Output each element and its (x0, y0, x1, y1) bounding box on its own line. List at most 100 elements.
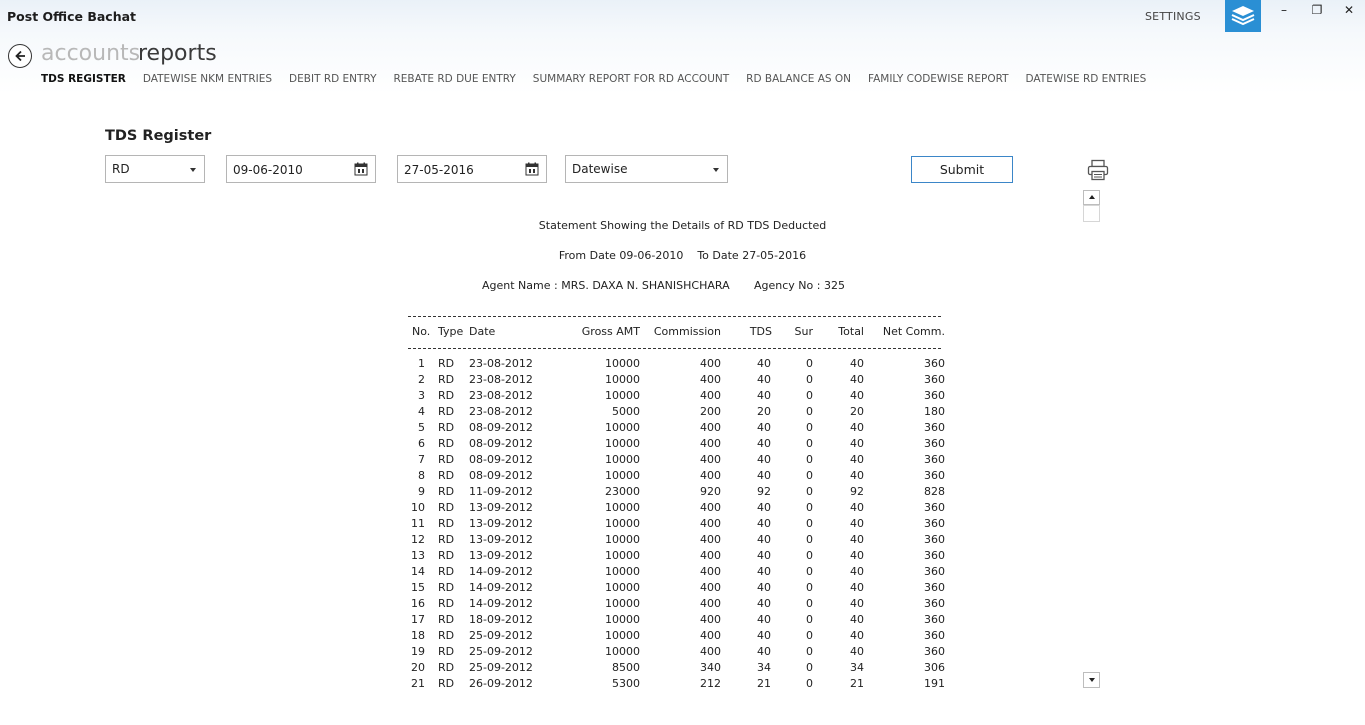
cell-net-comm: 360 (924, 629, 945, 642)
scroll-down-button[interactable] (1083, 672, 1100, 688)
cell-net-comm: 360 (924, 469, 945, 482)
cell-tds: 34 (757, 661, 771, 674)
cell-net-comm: 360 (924, 421, 945, 434)
cell-date: 14-09-2012 (469, 565, 533, 578)
settings-link[interactable]: SETTINGS (1145, 10, 1201, 23)
cell-tds: 21 (757, 677, 771, 690)
cell-gross-amt: 10000 (605, 533, 640, 546)
mode-select[interactable]: Datewise (565, 155, 728, 183)
tab-debit-rd-entry[interactable]: DEBIT RD ENTRY (289, 73, 376, 89)
breadcrumb-accounts[interactable]: accounts (41, 41, 140, 66)
col-header-sur: Sur (794, 325, 813, 338)
cell-sur: 0 (806, 581, 813, 594)
tab-family-codewise-report[interactable]: FAMILY CODEWISE REPORT (868, 73, 1009, 89)
cell-type: RD (438, 661, 455, 674)
cell-tds: 40 (757, 613, 771, 626)
cell-total: 40 (850, 533, 864, 546)
mode-value: Datewise (572, 162, 628, 176)
cell-tds: 20 (757, 405, 771, 418)
cell-gross-amt: 10000 (605, 469, 640, 482)
cell-tds: 40 (757, 597, 771, 610)
cell-date: 08-09-2012 (469, 453, 533, 466)
printer-icon[interactable] (1087, 159, 1109, 181)
cell-total: 40 (850, 517, 864, 530)
cell-net-comm: 360 (924, 533, 945, 546)
tab-tds-register[interactable]: TDS REGISTER (41, 73, 126, 89)
account-type-select[interactable]: RD (105, 155, 205, 183)
scroll-up-button[interactable] (1083, 190, 1100, 205)
cell-net-comm: 360 (924, 581, 945, 594)
cell-no: 15 (411, 581, 425, 594)
cell-total: 40 (850, 501, 864, 514)
cell-gross-amt: 5300 (612, 677, 640, 690)
cell-tds: 40 (757, 629, 771, 642)
cell-type: RD (438, 501, 455, 514)
cell-gross-amt: 10000 (605, 597, 640, 610)
cell-type: RD (438, 677, 455, 690)
calendar-icon[interactable] (525, 162, 539, 176)
cell-commission: 400 (700, 469, 721, 482)
cell-type: RD (438, 437, 455, 450)
cell-sur: 0 (806, 629, 813, 642)
cell-sur: 0 (806, 661, 813, 674)
close-button[interactable]: ✕ (1337, 3, 1361, 19)
cell-no: 11 (411, 517, 425, 530)
cell-type: RD (438, 533, 455, 546)
calendar-icon[interactable] (354, 162, 368, 176)
restore-button[interactable]: ❐ (1305, 3, 1329, 19)
cell-total: 40 (850, 469, 864, 482)
cell-sur: 0 (806, 437, 813, 450)
cell-total: 92 (850, 485, 864, 498)
cell-date: 25-09-2012 (469, 629, 533, 642)
cell-sur: 0 (806, 421, 813, 434)
layers-icon[interactable] (1225, 0, 1261, 32)
cell-total: 34 (850, 661, 864, 674)
cell-commission: 400 (700, 565, 721, 578)
cell-date: 08-09-2012 (469, 469, 533, 482)
cell-sur: 0 (806, 613, 813, 626)
tab-summary-report-rd[interactable]: SUMMARY REPORT FOR RD ACCOUNT (533, 73, 729, 89)
col-header-type: Type (438, 325, 464, 338)
from-date-picker[interactable]: 09-06-2010 (226, 155, 376, 183)
chevron-down-icon (190, 168, 196, 172)
cell-net-comm: 360 (924, 373, 945, 386)
breadcrumb-reports: reports (138, 41, 217, 66)
cell-tds: 40 (757, 357, 771, 370)
to-date-value: 27-05-2016 (404, 163, 474, 177)
cell-commission: 400 (700, 501, 721, 514)
cell-net-comm: 360 (924, 645, 945, 658)
cell-tds: 92 (757, 485, 771, 498)
submit-button[interactable]: Submit (911, 156, 1013, 183)
cell-gross-amt: 10000 (605, 357, 640, 370)
tab-rebate-rd-due-entry[interactable]: REBATE RD DUE ENTRY (393, 73, 515, 89)
cell-type: RD (438, 485, 455, 498)
tab-datewise-nkm-entries[interactable]: DATEWISE NKM ENTRIES (143, 73, 272, 89)
cell-no: 14 (411, 565, 425, 578)
cell-gross-amt: 10000 (605, 437, 640, 450)
minimize-button[interactable]: – (1272, 3, 1296, 19)
tab-rd-balance-as-on[interactable]: RD BALANCE AS ON (746, 73, 851, 89)
report-date-range: From Date 09-06-2010 To Date 27-05-2016 (558, 249, 807, 262)
back-button[interactable] (8, 44, 32, 68)
col-header-no: No. (412, 325, 431, 338)
cell-tds: 40 (757, 421, 771, 434)
cell-total: 40 (850, 549, 864, 562)
cell-net-comm: 306 (924, 661, 945, 674)
cell-date: 23-08-2012 (469, 373, 533, 386)
to-date-picker[interactable]: 27-05-2016 (397, 155, 547, 183)
cell-no: 13 (411, 549, 425, 562)
cell-net-comm: 360 (924, 357, 945, 370)
tab-datewise-rd-entries[interactable]: DATEWISE RD ENTRIES (1026, 73, 1147, 89)
cell-sur: 0 (806, 469, 813, 482)
cell-no: 7 (418, 453, 425, 466)
app-title: Post Office Bachat (7, 9, 137, 24)
cell-commission: 400 (700, 581, 721, 594)
col-header-commission: Commission (653, 325, 721, 338)
cell-sur: 0 (806, 357, 813, 370)
col-header-total: Total (838, 325, 864, 338)
cell-commission: 400 (700, 613, 721, 626)
cell-date: 14-09-2012 (469, 597, 533, 610)
cell-tds: 40 (757, 389, 771, 402)
cell-date: 23-08-2012 (469, 405, 533, 418)
cell-type: RD (438, 645, 455, 658)
